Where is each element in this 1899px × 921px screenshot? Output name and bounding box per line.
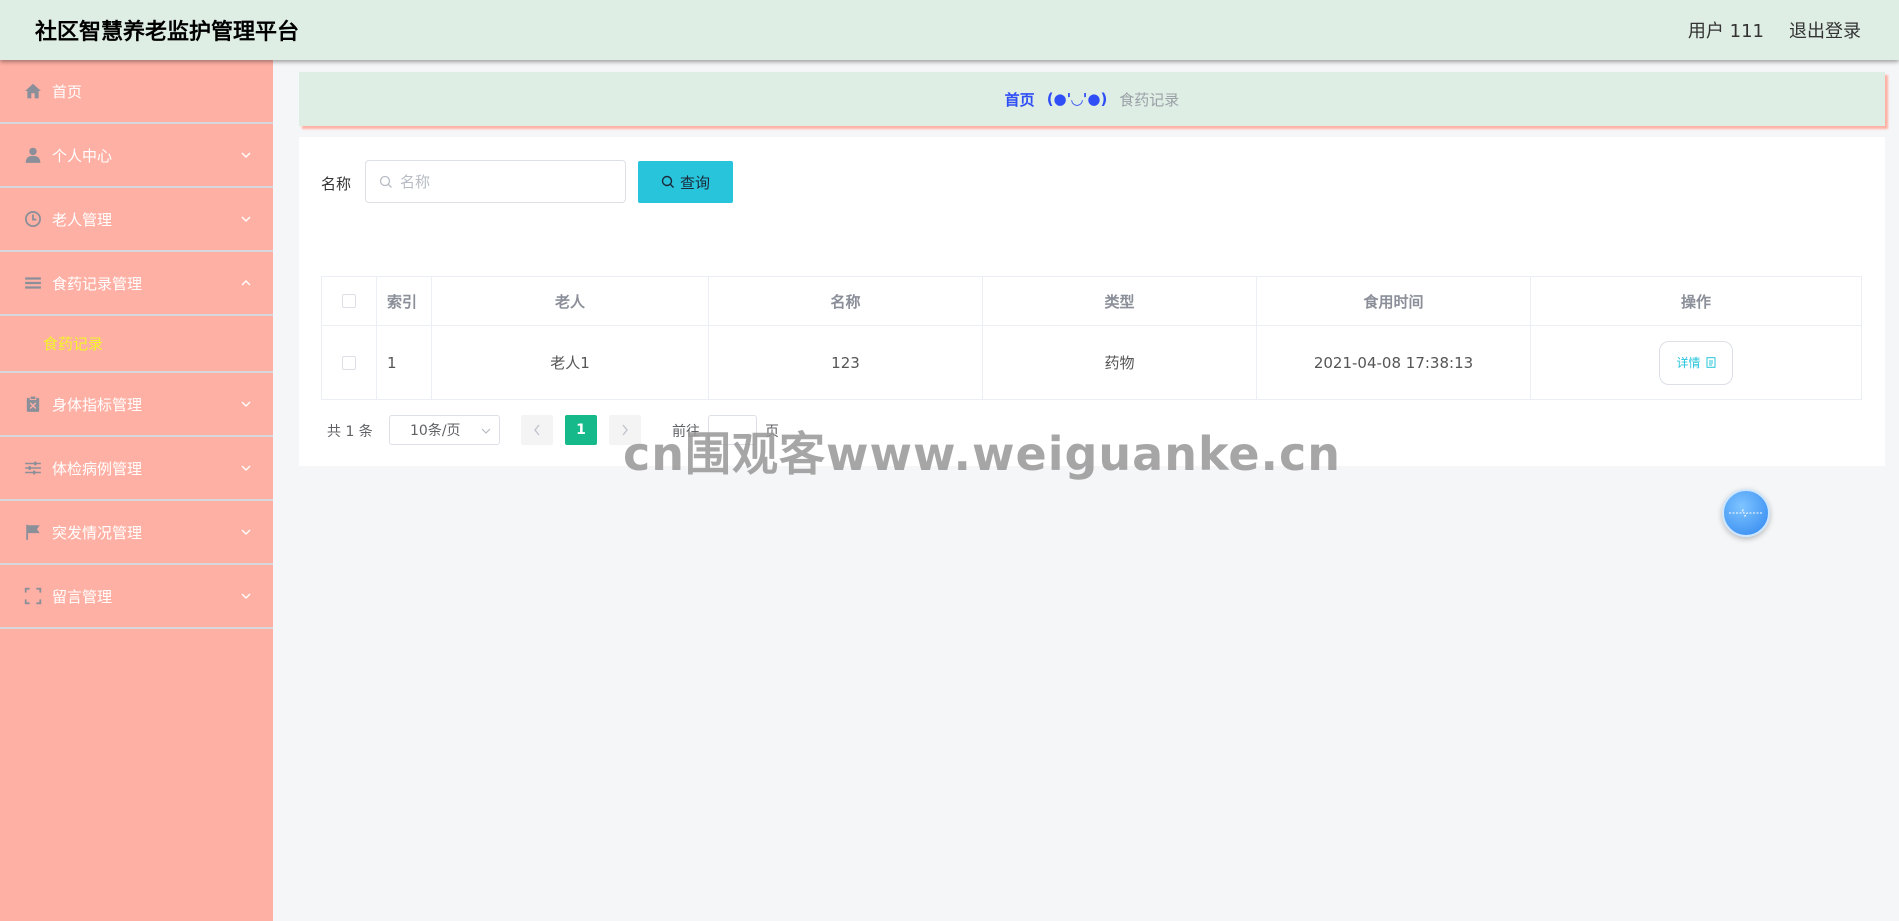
search-icon <box>661 175 674 188</box>
detail-button-label: 详情 <box>1676 356 1701 370</box>
total-count: 共 1 条 <box>327 424 373 440</box>
menu-lines-icon <box>24 274 42 292</box>
query-button-label: 查询 <box>679 174 710 192</box>
user-icon <box>24 146 42 164</box>
sidebar-item-label: 留言管理 <box>52 587 113 606</box>
top-bar: 社区智慧养老监护管理平台 用户 111 退出登录 <box>0 0 1899 60</box>
sidebar-item-label: 老人管理 <box>52 210 113 229</box>
table-header-row: 索引 老人 名称 类型 食用时间 操作 <box>322 277 1861 326</box>
sidebar-item-body-indicators[interactable]: 身体指标管理 <box>0 373 273 437</box>
prev-page-button[interactable] <box>521 415 553 445</box>
chevron-down-icon <box>241 465 251 471</box>
page-size-value: 10条/页 <box>410 423 461 439</box>
goto-unit: 页 <box>765 424 779 440</box>
sidebar-item-food-medicine-records[interactable]: 食药记录管理 <box>0 252 273 316</box>
cell-action: 详情 <box>1531 326 1861 399</box>
clipboard-icon <box>24 395 42 413</box>
search-input[interactable] <box>400 161 620 202</box>
breadcrumb-current: 食药记录 <box>1119 90 1180 109</box>
sidebar-item-label: 首页 <box>52 82 83 101</box>
flag-icon <box>24 523 42 541</box>
goto-page-input[interactable] <box>708 415 757 445</box>
search-field <box>365 160 626 203</box>
row-select-cell <box>322 326 377 399</box>
chevron-down-icon <box>241 216 251 222</box>
chevron-down-icon <box>241 593 251 599</box>
sidebar-item-label: 突发情况管理 <box>52 523 143 542</box>
query-button[interactable]: 查询 <box>638 161 733 203</box>
sidebar-item-label: 身体指标管理 <box>52 395 143 414</box>
app-title: 社区智慧养老监护管理平台 <box>35 20 300 45</box>
row-checkbox[interactable] <box>342 355 356 370</box>
column-header-time: 食用时间 <box>1257 277 1531 325</box>
sidebar-item-elder-management[interactable]: 老人管理 <box>0 188 273 252</box>
sidebar-item-label: 食药记录管理 <box>52 274 143 293</box>
column-header-name: 名称 <box>709 277 983 325</box>
next-page-button[interactable] <box>609 415 641 445</box>
search-label: 名称 <box>321 175 352 193</box>
column-header-action: 操作 <box>1680 292 1711 311</box>
detail-button[interactable]: 详情 <box>1659 340 1733 385</box>
select-all-cell <box>322 277 377 325</box>
breadcrumb: 首页 (●'◡'●) 食药记录 <box>299 72 1885 126</box>
chevron-up-icon <box>241 280 251 286</box>
search-icon <box>379 175 392 188</box>
cell-time: 2021-04-08 17:38:13 <box>1257 326 1531 399</box>
content-panel: 名称 查询 索引 老人 名称 类型 食用时间 操作 1 老人1 123 药物 2… <box>299 137 1885 466</box>
page-size-select[interactable]: 10条/页 <box>389 415 500 445</box>
chevron-down-icon <box>241 401 251 407</box>
cell-index: 1 <box>377 326 432 399</box>
column-header-type: 类型 <box>983 277 1257 325</box>
user-label: 用户 111 <box>1687 21 1764 42</box>
clock-icon <box>24 210 42 228</box>
column-header-index: 索引 <box>377 277 432 325</box>
chevron-down-icon <box>241 152 251 158</box>
submenu: 食药记录 <box>0 316 273 373</box>
breadcrumb-separator: (●'◡'●) <box>1046 90 1108 108</box>
sidebar-item-personal-center[interactable]: 个人中心 <box>0 124 273 188</box>
sidebar-item-emergency[interactable]: 突发情况管理 <box>0 501 273 565</box>
sidebar-item-messages[interactable]: 留言管理 <box>0 565 273 629</box>
wave-line-icon <box>1729 508 1763 518</box>
table-row: 1 老人1 123 药物 2021-04-08 17:38:13 详情 <box>322 326 1861 399</box>
frame-icon <box>24 587 42 605</box>
chevron-down-icon <box>481 428 491 434</box>
page-number-current[interactable]: 1 <box>565 415 597 445</box>
cell-name: 123 <box>709 326 983 399</box>
sidebar-item-label: 体检病例管理 <box>52 459 143 478</box>
sidebar-item-home[interactable]: 首页 <box>0 60 273 124</box>
chevron-left-icon <box>534 424 540 436</box>
records-table: 索引 老人 名称 类型 食用时间 操作 1 老人1 123 药物 2021-04… <box>321 276 1862 400</box>
sliders-icon <box>24 459 42 477</box>
sidebar-item-medical-cases[interactable]: 体检病例管理 <box>0 437 273 501</box>
floating-assistant-button[interactable] <box>1722 489 1770 537</box>
column-header-elder: 老人 <box>432 277 709 325</box>
cell-elder: 老人1 <box>432 326 709 399</box>
pagination: 共 1 条 10条/页 1 前往 页 <box>327 415 1227 445</box>
sidebar: 首页 个人中心 老人管理 食药记录管理 食药记录 身体指标管理 体检病例管理 突… <box>0 60 273 921</box>
submenu-item-food-medicine-record[interactable]: 食药记录 <box>0 333 103 354</box>
logout-button[interactable]: 退出登录 <box>1789 17 1861 43</box>
chevron-right-icon <box>622 424 628 436</box>
document-icon <box>1706 357 1715 368</box>
sidebar-item-label: 个人中心 <box>52 146 113 165</box>
breadcrumb-home-link[interactable]: 首页 <box>1005 89 1035 110</box>
cell-type: 药物 <box>983 326 1257 399</box>
goto-label: 前往 <box>672 424 700 440</box>
select-all-checkbox[interactable] <box>342 294 356 308</box>
home-icon <box>24 82 42 100</box>
chevron-down-icon <box>241 529 251 535</box>
